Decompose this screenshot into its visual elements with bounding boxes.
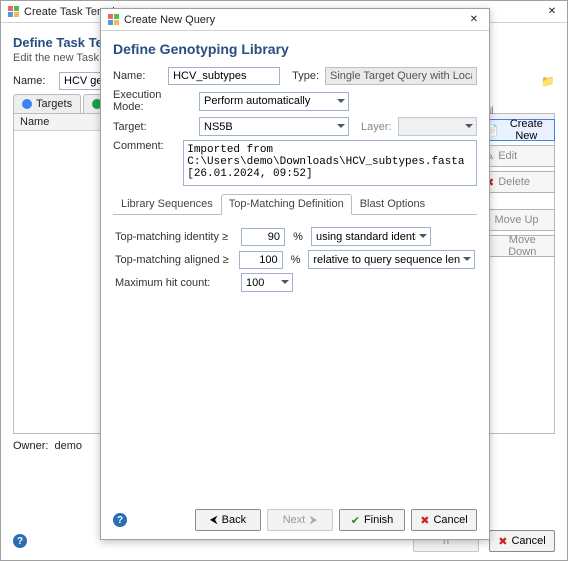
help-icon[interactable]: ? [113, 513, 127, 527]
pct-label: % [291, 231, 305, 243]
identity-label: Top-matching identity ≥ [115, 231, 235, 243]
close-icon[interactable]: ✕ [543, 3, 561, 21]
move-up-button[interactable]: ↑Move Up [480, 209, 555, 231]
modal-titlebar: Create New Query ✕ [101, 9, 489, 31]
owner-value: demo [54, 440, 82, 452]
modal-body: Define Genotyping Library Name: Type: Ex… [101, 31, 489, 312]
back-button[interactable]: ⮜Back [195, 509, 261, 531]
max-hit-select[interactable]: 100 [241, 273, 293, 292]
top-matching-panel: Top-matching identity ≥ % using standard… [113, 215, 477, 304]
folder-icon[interactable]: 📁 [541, 75, 555, 88]
edit-button[interactable]: ✎Edit [480, 145, 555, 167]
arrow-left-icon: ⮜ [210, 514, 218, 527]
pct-label: % [289, 254, 303, 266]
trail-text: rail [480, 106, 555, 117]
subtab-blast-options[interactable]: Blast Options [352, 194, 433, 214]
section-title: Define Genotyping Library [113, 41, 477, 57]
create-new-button[interactable]: 📄Create New [480, 119, 555, 141]
arrow-right-icon: ⮞ [309, 514, 317, 527]
identity-mode-select[interactable]: using standard identity [311, 227, 431, 246]
tab-targets[interactable]: Targets [13, 94, 81, 113]
target-select[interactable]: NS5B [199, 117, 349, 136]
name-label: Name: [113, 70, 162, 82]
aligned-mode-select[interactable]: relative to query sequence length [308, 250, 475, 269]
create-new-query-dialog: Create New Query ✕ Define Genotyping Lib… [100, 8, 490, 540]
name-label: Name: [13, 75, 53, 87]
layer-label: Layer: [361, 121, 392, 133]
query-subtabs: Library Sequences Top-Matching Definitio… [113, 194, 477, 215]
app-icon [7, 6, 19, 18]
modal-cancel-button[interactable]: ✖Cancel [411, 509, 477, 531]
finish-button[interactable]: ✔Finish [339, 509, 405, 531]
target-label: Target: [113, 121, 193, 133]
layer-select [398, 117, 477, 136]
modal-close-icon[interactable]: ✕ [465, 11, 483, 29]
next-button: Next⮞ [267, 509, 333, 531]
type-label: Type: [292, 70, 319, 82]
help-icon[interactable]: ? [13, 534, 27, 548]
parent-cancel-button[interactable]: ✖Cancel [489, 530, 555, 552]
x-icon: ✖ [420, 514, 429, 527]
subtab-library-sequences[interactable]: Library Sequences [113, 194, 221, 214]
x-icon: ✖ [498, 535, 507, 548]
move-down-button[interactable]: ↓Move Down [480, 235, 555, 257]
right-buttons: rail 📄Create New ✎Edit ✖Delete ↑Move Up … [480, 106, 555, 257]
type-field [325, 67, 477, 85]
comment-label: Comment: [113, 140, 177, 152]
owner-label: Owner: [13, 440, 48, 452]
subtab-top-matching[interactable]: Top-Matching Definition [221, 194, 352, 215]
identity-input[interactable] [241, 228, 285, 246]
modal-title: Create New Query [124, 14, 215, 26]
query-name-input[interactable] [168, 67, 280, 85]
max-hit-label: Maximum hit count: [115, 277, 235, 289]
aligned-label: Top-matching aligned ≥ [115, 254, 233, 266]
check-icon: ✔ [351, 514, 360, 527]
exec-mode-label: Execution Mode: [113, 89, 193, 113]
comment-textarea[interactable]: Imported from C:\Users\demo\Downloads\HC… [183, 140, 477, 186]
delete-button[interactable]: ✖Delete [480, 171, 555, 193]
aligned-input[interactable] [239, 251, 283, 269]
app-icon [107, 14, 119, 26]
modal-footer: ? ⮜Back Next⮞ ✔Finish ✖Cancel [101, 509, 489, 531]
exec-mode-select[interactable]: Perform automatically [199, 92, 349, 111]
